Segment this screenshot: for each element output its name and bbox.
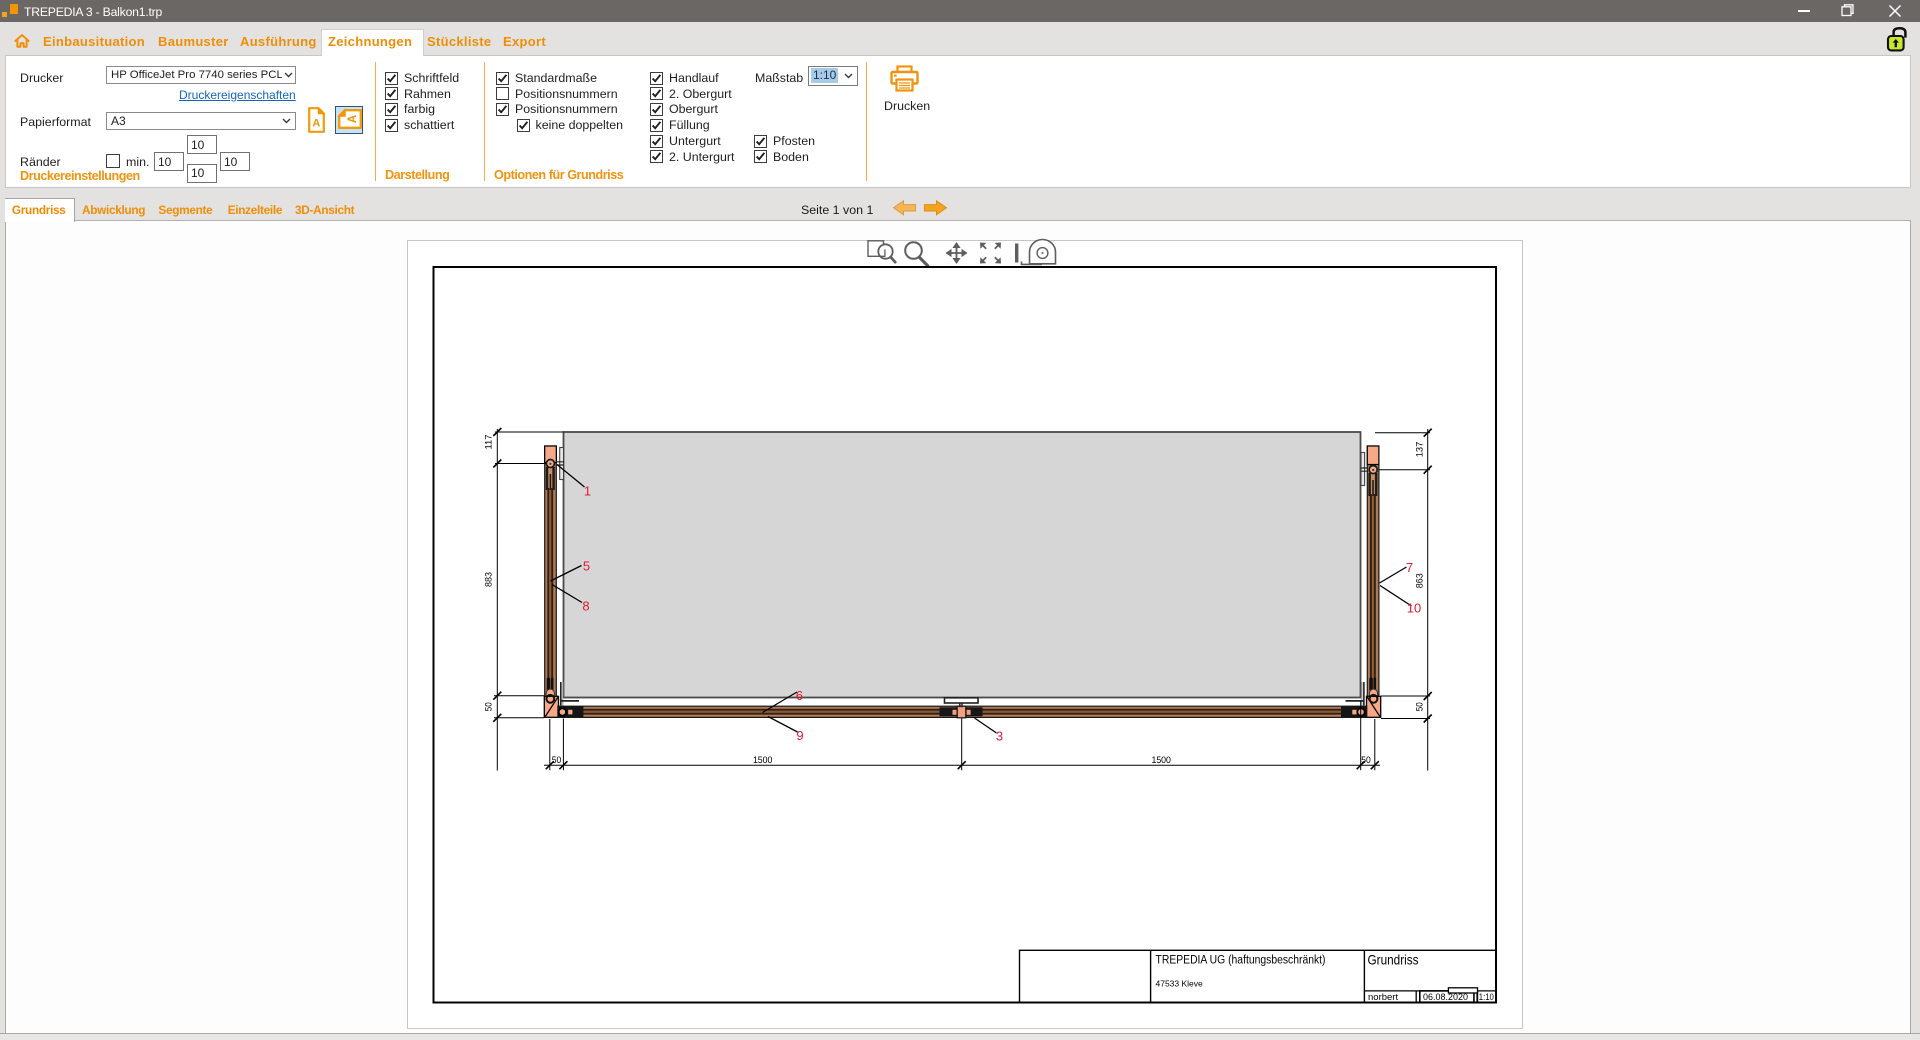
- svg-text:1500: 1500: [753, 754, 773, 765]
- svg-text:50: 50: [552, 754, 562, 765]
- svg-text:8: 8: [582, 599, 589, 614]
- svg-text:5: 5: [583, 559, 590, 574]
- svg-text:47533 Kleve: 47533 Kleve: [1156, 979, 1204, 989]
- svg-text:50: 50: [1413, 702, 1424, 711]
- svg-text:50: 50: [483, 702, 494, 711]
- svg-text:1: 1: [584, 484, 591, 499]
- svg-text:883: 883: [483, 572, 494, 587]
- svg-text:TREPEDIA UG (haftungsbeschränk: TREPEDIA UG (haftungsbeschränkt): [1156, 955, 1326, 967]
- svg-text:117: 117: [483, 435, 494, 450]
- svg-text:Grundriss: Grundriss: [1368, 953, 1419, 968]
- svg-text:A: A: [312, 118, 320, 130]
- svg-text:50: 50: [1361, 754, 1371, 765]
- svg-text:6: 6: [796, 688, 803, 703]
- svg-text:3: 3: [996, 729, 1003, 744]
- svg-text:9: 9: [796, 728, 803, 743]
- svg-text:7: 7: [1406, 560, 1413, 575]
- svg-text:137: 137: [1413, 442, 1424, 458]
- svg-text:1500: 1500: [1151, 754, 1171, 765]
- svg-text:863: 863: [1413, 573, 1424, 588]
- svg-text:1:10: 1:10: [1479, 992, 1494, 1002]
- svg-text:A: A: [347, 115, 359, 123]
- svg-text:norbert: norbert: [1368, 992, 1398, 1003]
- svg-text:10: 10: [1407, 601, 1421, 616]
- svg-text:06.08.2020: 06.08.2020: [1423, 992, 1468, 1003]
